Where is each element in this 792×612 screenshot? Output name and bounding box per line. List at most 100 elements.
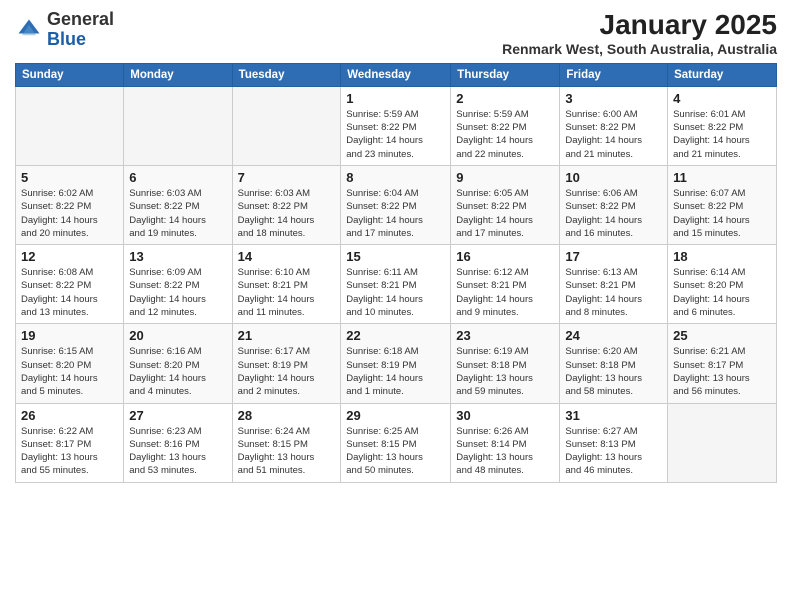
day-number: 8	[346, 170, 445, 185]
table-row: 28 Sunrise: 6:24 AM Sunset: 8:15 PM Dayli…	[232, 403, 341, 482]
table-row: 25 Sunrise: 6:21 AM Sunset: 8:17 PM Dayli…	[668, 324, 777, 403]
table-row	[232, 86, 341, 165]
day-number: 7	[238, 170, 336, 185]
calendar-week-row: 1Sunrise: 5:59 AM Sunset: 8:22 PM Daylig…	[16, 86, 777, 165]
day-info: Sunrise: 6:05 AM Sunset: 8:22 PM Dayligh…	[456, 187, 554, 240]
day-info: Sunrise: 6:10 AM Sunset: 8:21 PM Dayligh…	[238, 266, 336, 319]
page: General Blue January 2025 Renmark West, …	[0, 0, 792, 612]
day-number: 14	[238, 249, 336, 264]
day-number: 20	[129, 328, 226, 343]
table-row: 13 Sunrise: 6:09 AM Sunset: 8:22 PM Dayli…	[124, 245, 232, 324]
logo-icon	[15, 16, 43, 44]
table-row: 18Sunrise: 6:14 AM Sunset: 8:20 PM Dayli…	[668, 245, 777, 324]
title-block: January 2025 Renmark West, South Austral…	[502, 10, 777, 57]
day-info: Sunrise: 6:06 AM Sunset: 8:22 PM Dayligh…	[565, 187, 662, 240]
table-row: 4 Sunrise: 6:01 AM Sunset: 8:22 PM Daylig…	[668, 86, 777, 165]
table-row	[668, 403, 777, 482]
table-row: 14 Sunrise: 6:10 AM Sunset: 8:21 PM Dayli…	[232, 245, 341, 324]
day-number: 9	[456, 170, 554, 185]
day-number: 16	[456, 249, 554, 264]
day-info: Sunrise: 6:16 AM Sunset: 8:20 PM Dayligh…	[129, 345, 226, 398]
day-info: Sunrise: 6:13 AM Sunset: 8:21 PM Dayligh…	[565, 266, 662, 319]
table-row: 24Sunrise: 6:20 AM Sunset: 8:18 PM Dayli…	[560, 324, 668, 403]
day-info: Sunrise: 6:25 AM Sunset: 8:15 PM Dayligh…	[346, 425, 445, 478]
table-row	[16, 86, 124, 165]
table-row: 6 Sunrise: 6:03 AM Sunset: 8:22 PM Daylig…	[124, 165, 232, 244]
day-number: 26	[21, 408, 118, 423]
calendar-table: Sunday Monday Tuesday Wednesday Thursday…	[15, 63, 777, 483]
day-number: 29	[346, 408, 445, 423]
day-info: Sunrise: 6:27 AM Sunset: 8:13 PM Dayligh…	[565, 425, 662, 478]
calendar-week-row: 26 Sunrise: 6:22 AM Sunset: 8:17 PM Dayli…	[16, 403, 777, 482]
table-row: 22Sunrise: 6:18 AM Sunset: 8:19 PM Dayli…	[341, 324, 451, 403]
table-row: 29 Sunrise: 6:25 AM Sunset: 8:15 PM Dayli…	[341, 403, 451, 482]
table-row: 19 Sunrise: 6:15 AM Sunset: 8:20 PM Dayli…	[16, 324, 124, 403]
day-number: 13	[129, 249, 226, 264]
day-info: Sunrise: 6:18 AM Sunset: 8:19 PM Dayligh…	[346, 345, 445, 398]
table-row: 27 Sunrise: 6:23 AM Sunset: 8:16 PM Dayli…	[124, 403, 232, 482]
calendar-week-row: 5 Sunrise: 6:02 AM Sunset: 8:22 PM Daylig…	[16, 165, 777, 244]
table-row: 9 Sunrise: 6:05 AM Sunset: 8:22 PM Daylig…	[451, 165, 560, 244]
header: General Blue January 2025 Renmark West, …	[15, 10, 777, 57]
calendar-week-row: 12Sunrise: 6:08 AM Sunset: 8:22 PM Dayli…	[16, 245, 777, 324]
col-monday: Monday	[124, 63, 232, 86]
day-info: Sunrise: 5:59 AM Sunset: 8:22 PM Dayligh…	[456, 108, 554, 161]
day-info: Sunrise: 6:04 AM Sunset: 8:22 PM Dayligh…	[346, 187, 445, 240]
day-info: Sunrise: 6:14 AM Sunset: 8:20 PM Dayligh…	[673, 266, 771, 319]
day-info: Sunrise: 6:08 AM Sunset: 8:22 PM Dayligh…	[21, 266, 118, 319]
day-number: 11	[673, 170, 771, 185]
day-info: Sunrise: 6:09 AM Sunset: 8:22 PM Dayligh…	[129, 266, 226, 319]
day-info: Sunrise: 6:02 AM Sunset: 8:22 PM Dayligh…	[21, 187, 118, 240]
table-row: 2 Sunrise: 5:59 AM Sunset: 8:22 PM Daylig…	[451, 86, 560, 165]
day-info: Sunrise: 6:17 AM Sunset: 8:19 PM Dayligh…	[238, 345, 336, 398]
day-info: Sunrise: 6:11 AM Sunset: 8:21 PM Dayligh…	[346, 266, 445, 319]
day-info: Sunrise: 6:21 AM Sunset: 8:17 PM Dayligh…	[673, 345, 771, 398]
day-info: Sunrise: 6:26 AM Sunset: 8:14 PM Dayligh…	[456, 425, 554, 478]
logo-blue: Blue	[47, 29, 86, 49]
col-sunday: Sunday	[16, 63, 124, 86]
day-number: 27	[129, 408, 226, 423]
col-thursday: Thursday	[451, 63, 560, 86]
day-info: Sunrise: 6:23 AM Sunset: 8:16 PM Dayligh…	[129, 425, 226, 478]
day-info: Sunrise: 6:15 AM Sunset: 8:20 PM Dayligh…	[21, 345, 118, 398]
day-info: Sunrise: 6:00 AM Sunset: 8:22 PM Dayligh…	[565, 108, 662, 161]
col-tuesday: Tuesday	[232, 63, 341, 86]
day-info: Sunrise: 6:19 AM Sunset: 8:18 PM Dayligh…	[456, 345, 554, 398]
col-wednesday: Wednesday	[341, 63, 451, 86]
day-number: 5	[21, 170, 118, 185]
table-row: 16 Sunrise: 6:12 AM Sunset: 8:21 PM Dayli…	[451, 245, 560, 324]
calendar-header-row: Sunday Monday Tuesday Wednesday Thursday…	[16, 63, 777, 86]
day-info: Sunrise: 6:03 AM Sunset: 8:22 PM Dayligh…	[129, 187, 226, 240]
table-row: 20 Sunrise: 6:16 AM Sunset: 8:20 PM Dayli…	[124, 324, 232, 403]
day-number: 25	[673, 328, 771, 343]
page-subtitle: Renmark West, South Australia, Australia	[502, 41, 777, 57]
day-number: 15	[346, 249, 445, 264]
table-row: 3 Sunrise: 6:00 AM Sunset: 8:22 PM Daylig…	[560, 86, 668, 165]
day-number: 21	[238, 328, 336, 343]
page-title: January 2025	[502, 10, 777, 41]
day-info: Sunrise: 6:22 AM Sunset: 8:17 PM Dayligh…	[21, 425, 118, 478]
day-number: 4	[673, 91, 771, 106]
table-row: 1Sunrise: 5:59 AM Sunset: 8:22 PM Daylig…	[341, 86, 451, 165]
day-number: 19	[21, 328, 118, 343]
table-row: 17Sunrise: 6:13 AM Sunset: 8:21 PM Dayli…	[560, 245, 668, 324]
day-number: 3	[565, 91, 662, 106]
day-number: 6	[129, 170, 226, 185]
day-number: 28	[238, 408, 336, 423]
day-info: Sunrise: 6:12 AM Sunset: 8:21 PM Dayligh…	[456, 266, 554, 319]
day-info: Sunrise: 6:01 AM Sunset: 8:22 PM Dayligh…	[673, 108, 771, 161]
table-row: 23 Sunrise: 6:19 AM Sunset: 8:18 PM Dayli…	[451, 324, 560, 403]
table-row: 15 Sunrise: 6:11 AM Sunset: 8:21 PM Dayli…	[341, 245, 451, 324]
table-row: 12Sunrise: 6:08 AM Sunset: 8:22 PM Dayli…	[16, 245, 124, 324]
table-row: 7Sunrise: 6:03 AM Sunset: 8:22 PM Daylig…	[232, 165, 341, 244]
day-info: Sunrise: 6:24 AM Sunset: 8:15 PM Dayligh…	[238, 425, 336, 478]
table-row	[124, 86, 232, 165]
table-row: 31Sunrise: 6:27 AM Sunset: 8:13 PM Dayli…	[560, 403, 668, 482]
table-row: 26 Sunrise: 6:22 AM Sunset: 8:17 PM Dayli…	[16, 403, 124, 482]
logo-general: General	[47, 9, 114, 29]
table-row: 10Sunrise: 6:06 AM Sunset: 8:22 PM Dayli…	[560, 165, 668, 244]
day-number: 23	[456, 328, 554, 343]
day-number: 2	[456, 91, 554, 106]
table-row: 21 Sunrise: 6:17 AM Sunset: 8:19 PM Dayli…	[232, 324, 341, 403]
table-row: 30Sunrise: 6:26 AM Sunset: 8:14 PM Dayli…	[451, 403, 560, 482]
